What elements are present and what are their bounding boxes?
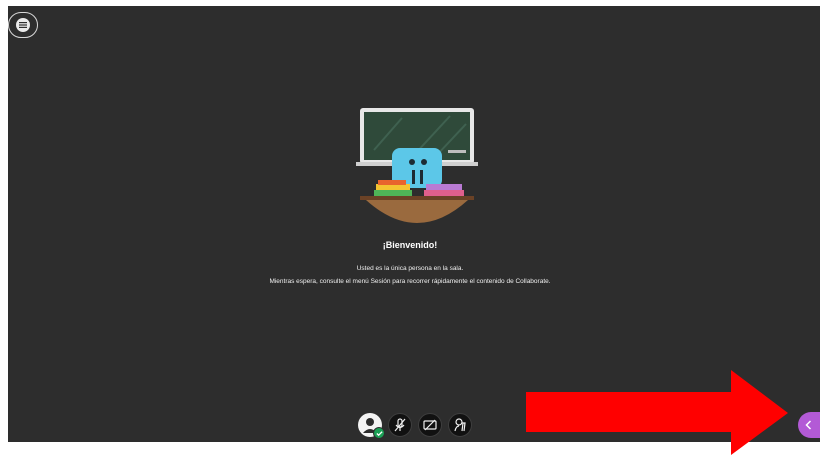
- welcome-title: ¡Bienvenido!: [382, 240, 438, 250]
- collaborate-panel-toggle[interactable]: [798, 412, 820, 438]
- raise-hand-icon: [454, 418, 466, 432]
- camera-off-icon: [423, 419, 437, 431]
- microphone-toggle-button[interactable]: [388, 413, 412, 437]
- media-controls-bar: [358, 412, 472, 439]
- hamburger-menu-icon: [16, 18, 30, 32]
- raise-hand-button[interactable]: [448, 413, 472, 437]
- check-icon: [373, 427, 385, 439]
- session-menu-button[interactable]: [8, 12, 38, 38]
- annotation-arrow: [526, 370, 788, 455]
- chevron-left-icon: [805, 420, 812, 430]
- microphone-muted-icon: [394, 418, 406, 432]
- welcome-message-line-1: Usted es la única persona en la sala.: [356, 265, 464, 272]
- welcome-illustration: [356, 108, 478, 223]
- my-status-button[interactable]: [358, 413, 385, 439]
- welcome-message-line-2: Mientras espera, consulte el menú Sesión…: [269, 278, 551, 285]
- camera-toggle-button[interactable]: [418, 413, 442, 437]
